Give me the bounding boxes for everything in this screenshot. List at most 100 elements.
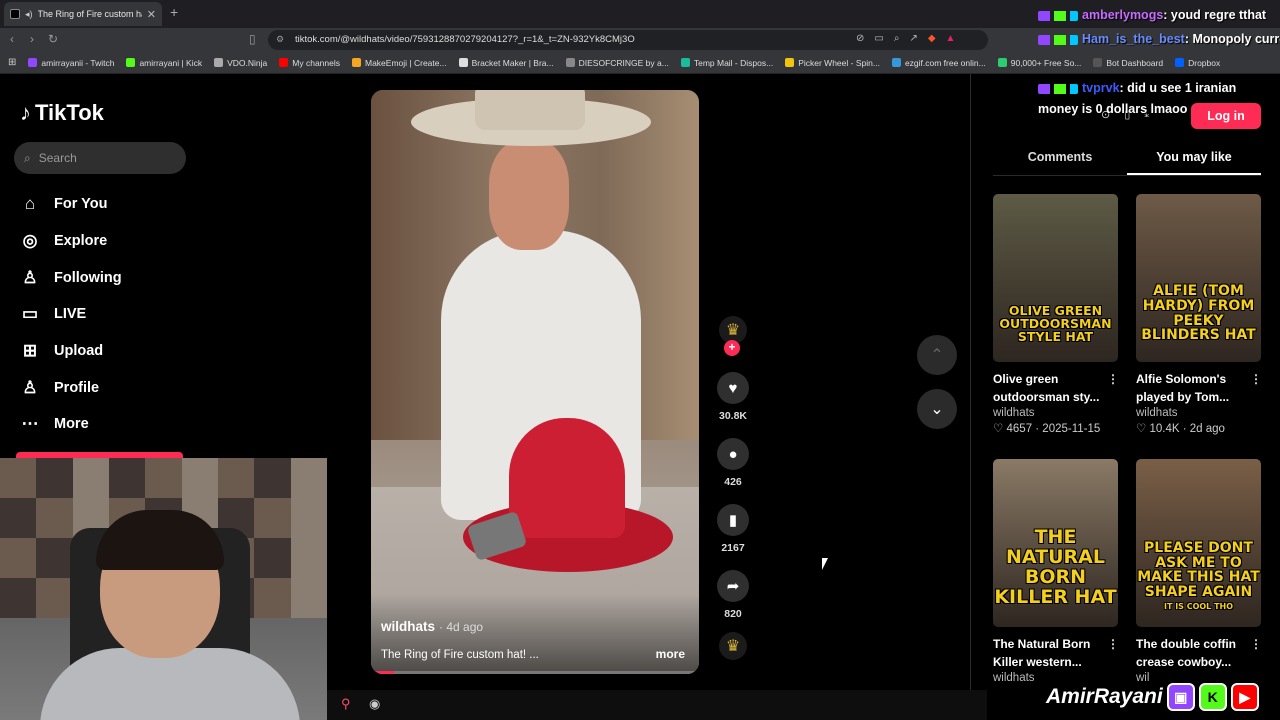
chat-message: Ham_is_the_best: Monopoly currency [1038, 32, 1280, 46]
bookmark-item[interactable]: Picker Wheel - Spin... [779, 58, 886, 68]
suggestion-thumbnail[interactable]: ALFIE (TOM HARDY) FROM PEEKY BLINDERS HA… [1136, 194, 1261, 362]
live-icon: ▭ [21, 304, 39, 324]
bookmark-favicon-icon [214, 58, 224, 67]
suggestion-title[interactable]: The Natural Born Killer western... [993, 637, 1090, 669]
browser-tab[interactable]: ◂) The Ring of Fire custom hat! ✕ [4, 2, 162, 26]
bookmark-item[interactable]: Bot Dashboard [1087, 58, 1169, 68]
nav-item-profile[interactable]: ♙ Profile [20, 369, 122, 406]
search-input[interactable]: ⌕ Search [14, 142, 186, 174]
nav-item-label: More [54, 416, 89, 433]
caption-more-button[interactable]: more [656, 647, 685, 661]
bookmark-item[interactable]: MakeEmoji | Create... [346, 58, 453, 68]
tab-you-may-like[interactable]: You may like [1127, 148, 1261, 175]
video-player[interactable]: wildhats · 4d ago The Ring of Fire custo… [371, 90, 699, 674]
previous-video-button[interactable]: ⌃ [917, 335, 957, 375]
suggestion-card[interactable]: OLIVE GREEN OUTDOORSMAN STYLE HAT Olive g… [993, 194, 1119, 435]
next-video-button[interactable]: ⌄ [917, 389, 957, 429]
suggestion-card[interactable]: ALFIE (TOM HARDY) FROM PEEKY BLINDERS HA… [1136, 194, 1262, 435]
bookmark-item[interactable]: ezgif.com free onlin... [886, 58, 992, 68]
upload-icon: ⊞ [22, 341, 38, 361]
suggestion-thumbnail[interactable]: THE NATURAL BORN KILLER HAT [993, 459, 1118, 627]
forward-icon[interactable]: › [30, 32, 34, 46]
bookmark-favicon-icon [785, 58, 795, 67]
left-nav: ⌂ For You ◎ Explore ♙ Following ▭ LIVE ⊞ Upload ♙ P… [20, 186, 122, 443]
suggestion-thumbnail[interactable]: OLIVE GREEN OUTDOORSMAN STYLE HAT [993, 194, 1118, 362]
bookmark-item[interactable]: My channels [273, 58, 346, 68]
bookmark-item[interactable]: VDO.Ninja [208, 58, 273, 68]
more-icon: ⋯ [21, 414, 39, 434]
bookmark-item[interactable]: Temp Mail - Dispos... [675, 58, 779, 68]
bookmark-item[interactable]: DIESOFCRINGE by a... [560, 58, 675, 68]
suggestion-title[interactable]: Alfie Solomon's played by Tom... [1136, 372, 1229, 404]
follow-plus-icon[interactable]: + [724, 340, 740, 356]
more-options-icon[interactable]: ⋮ [1250, 370, 1262, 388]
new-tab-icon[interactable]: + [170, 4, 178, 20]
bookmark-label: 90,000+ Free So... [1010, 57, 1082, 68]
tab-comments[interactable]: Comments [993, 148, 1127, 175]
following-icon: ♙ [22, 267, 38, 287]
search-placeholder: Search [38, 151, 77, 165]
chat-username: tvprvk [1082, 81, 1120, 95]
nav-item-for-you[interactable]: ⌂ For You [20, 186, 122, 223]
bookmark-label: Bot Dashboard [1106, 57, 1164, 68]
more-options-icon[interactable]: ⋮ [1107, 370, 1119, 388]
video-author[interactable]: wildhats [381, 619, 435, 634]
nav-item-following[interactable]: ♙ Following [20, 259, 121, 296]
bookmark-label: ezgif.com free onlin... [904, 57, 986, 68]
bookmark-icon[interactable]: ▯ [249, 32, 256, 46]
site-info-icon[interactable]: ⚙ [276, 34, 284, 45]
screen-icon[interactable]: ▭ [874, 33, 883, 44]
suggestion-title-row: The double coffin crease cowboy... ⋮ [1136, 635, 1262, 671]
nav-item-explore[interactable]: ◎ Explore [20, 223, 122, 260]
video-caption: The Ring of Fire custom hat! ... [381, 649, 539, 661]
comment-button[interactable]: ● [717, 438, 749, 470]
bookmark-item[interactable]: amirrayanii - Twitch [22, 58, 120, 68]
nav-item-upload[interactable]: ⊞ Upload [20, 333, 122, 370]
suggestion-card[interactable]: THE NATURAL BORN KILLER HAT The Natural B… [993, 459, 1119, 686]
video-caption-overlay [371, 594, 699, 674]
sound-avatar[interactable]: ♛ [719, 632, 747, 660]
no-tracking-icon[interactable]: ⊘ [856, 33, 864, 44]
close-tab-icon[interactable]: ✕ [147, 8, 156, 21]
nav-item-live[interactable]: ▭ LIVE [20, 296, 122, 333]
apps-grid-icon[interactable]: ⊞ [8, 57, 16, 68]
pin-icon[interactable]: ⚲ [341, 696, 351, 712]
rewards-icon[interactable]: ▲ [946, 33, 956, 44]
back-icon[interactable]: ‹ [10, 32, 14, 46]
tiktok-note-icon: ♪ [20, 100, 31, 125]
bookmark-item[interactable]: Dropbox [1169, 58, 1226, 68]
suggestion-thumbnail[interactable]: PLEASE DONT ASK ME TO MAKE THIS HAT SHAP… [1136, 459, 1261, 627]
bookmarks-bar: ⊞ amirrayanii - Twitch amirrayani | Kick V… [0, 52, 1280, 74]
suggestion-title[interactable]: The double coffin crease cowboy... [1136, 637, 1236, 669]
bookmark-item[interactable]: amirrayani | Kick [120, 58, 208, 68]
creator-avatar[interactable]: ♛ + [719, 316, 747, 356]
recorder-icon[interactable]: ◉ [369, 696, 380, 712]
nav-item-more[interactable]: ⋯ More [20, 406, 122, 443]
share-icon[interactable]: ↗ [909, 33, 917, 44]
action-column: ♛ + ♥ 30.8K ● 426 ▮ 2167 ➦ 820 ♛ [710, 316, 756, 660]
taskbar: ⚲ ◉ [327, 690, 987, 720]
video-progress-bar[interactable] [371, 671, 699, 674]
save-button[interactable]: ▮ [717, 504, 749, 536]
reload-icon[interactable]: ↻ [48, 32, 58, 46]
video-age: · 4d ago [439, 620, 484, 634]
tiktok-logo[interactable]: ♪ TikTok [20, 100, 104, 126]
like-button[interactable]: ♥ [717, 372, 749, 404]
share-arrow-icon: ➦ [726, 578, 740, 595]
bookmark-item[interactable]: Bracket Maker | Bra... [453, 58, 560, 68]
nav-item-label: Explore [54, 233, 108, 250]
suggestion-card[interactable]: PLEASE DONT ASK ME TO MAKE THIS HAT SHAP… [1136, 459, 1262, 686]
zoom-icon[interactable]: ⌕ [894, 33, 900, 44]
bookmark-favicon-icon [126, 58, 136, 67]
more-options-icon[interactable]: ⋮ [1250, 635, 1262, 653]
thumbnail-headline: ALFIE (TOM HARDY) FROM PEEKY BLINDERS HA… [1141, 283, 1256, 344]
suggestion-author[interactable]: wildhats [993, 407, 1119, 419]
suggestion-author[interactable]: wildhats [1136, 407, 1262, 419]
share-button[interactable]: ➦ [717, 570, 749, 602]
brave-shield-icon[interactable]: ◆ [928, 33, 936, 44]
compass-icon: ◎ [22, 231, 38, 251]
more-options-icon[interactable]: ⋮ [1107, 635, 1119, 653]
suggestion-title[interactable]: Olive green outdoorsman sty... [993, 372, 1099, 404]
bookmark-item[interactable]: 90,000+ Free So... [992, 58, 1088, 68]
chat-badges-icon [1038, 10, 1078, 21]
